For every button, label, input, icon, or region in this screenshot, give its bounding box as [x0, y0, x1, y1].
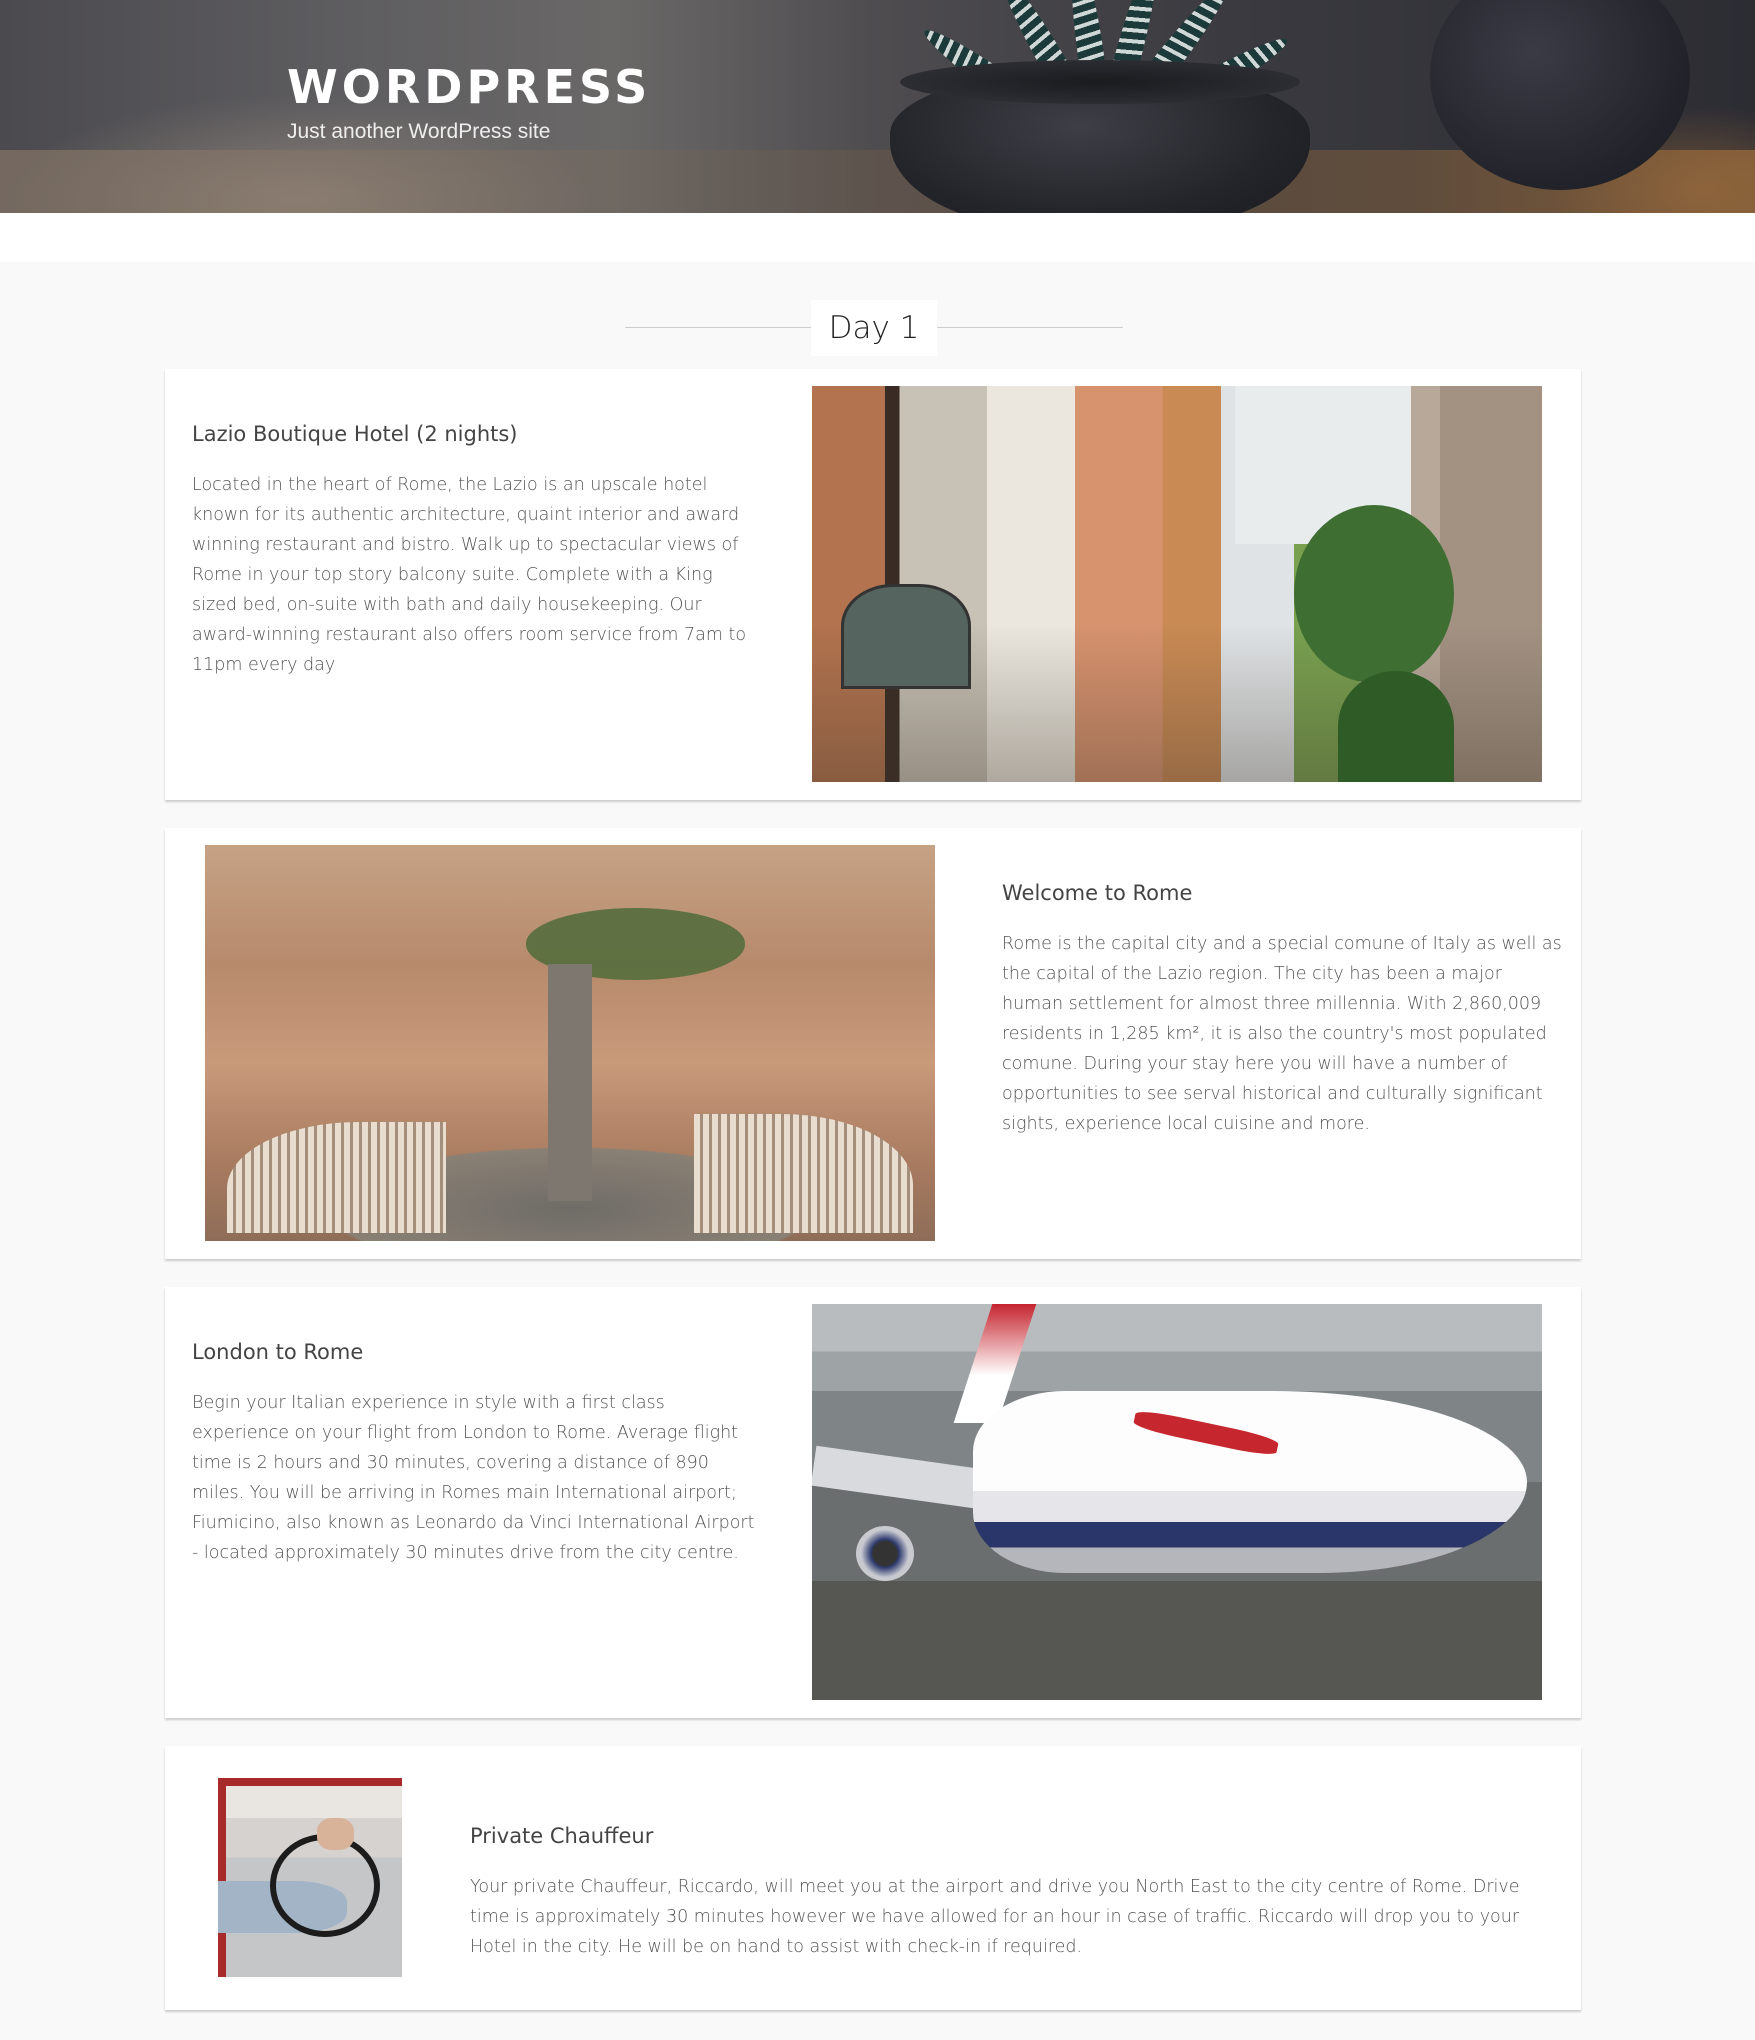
site-header: WORDPRESS Just another WordPress site	[0, 0, 1755, 213]
chauffeur-car-photo	[218, 1778, 402, 1977]
site-description: Just another WordPress site	[287, 120, 551, 143]
card-text: Located in the heart of Rome, the Lazio …	[192, 475, 747, 675]
itinerary-card-flight: London to Rome Begin your Italian experi…	[165, 1287, 1581, 1718]
card-title: Lazio Boutique Hotel (2 nights)	[192, 422, 518, 446]
divider-line	[625, 327, 811, 328]
itinerary-card-chauffeur: Private Chauffeur Your private Chauffeur…	[165, 1746, 1581, 2010]
rome-street-photo	[812, 386, 1542, 782]
card-text: Your private Chauffeur, Riccardo, will m…	[470, 1877, 1520, 1957]
site-title[interactable]: WORDPRESS	[287, 60, 651, 114]
divider-line	[937, 327, 1123, 328]
card-text: Begin your Italian experience in style w…	[192, 1393, 755, 1563]
vatican-aerial-photo	[205, 845, 935, 1241]
card-title: Private Chauffeur	[470, 1824, 654, 1848]
day-heading: Day 1	[811, 300, 937, 356]
card-title: London to Rome	[192, 1340, 364, 1364]
british-airways-plane-photo	[812, 1304, 1542, 1700]
card-title: Welcome to Rome	[1002, 881, 1193, 905]
card-text: Rome is the capital city and a special c…	[1002, 934, 1562, 1134]
day-heading-block: Day 1	[625, 300, 1123, 356]
header-image-pot-rim	[900, 60, 1300, 104]
site-branding: WORDPRESS Just another WordPress site	[287, 60, 651, 144]
itinerary-card-rome: Welcome to Rome Rome is the capital city…	[165, 828, 1581, 1259]
itinerary-card-hotel: Lazio Boutique Hotel (2 nights) Located …	[165, 369, 1581, 800]
